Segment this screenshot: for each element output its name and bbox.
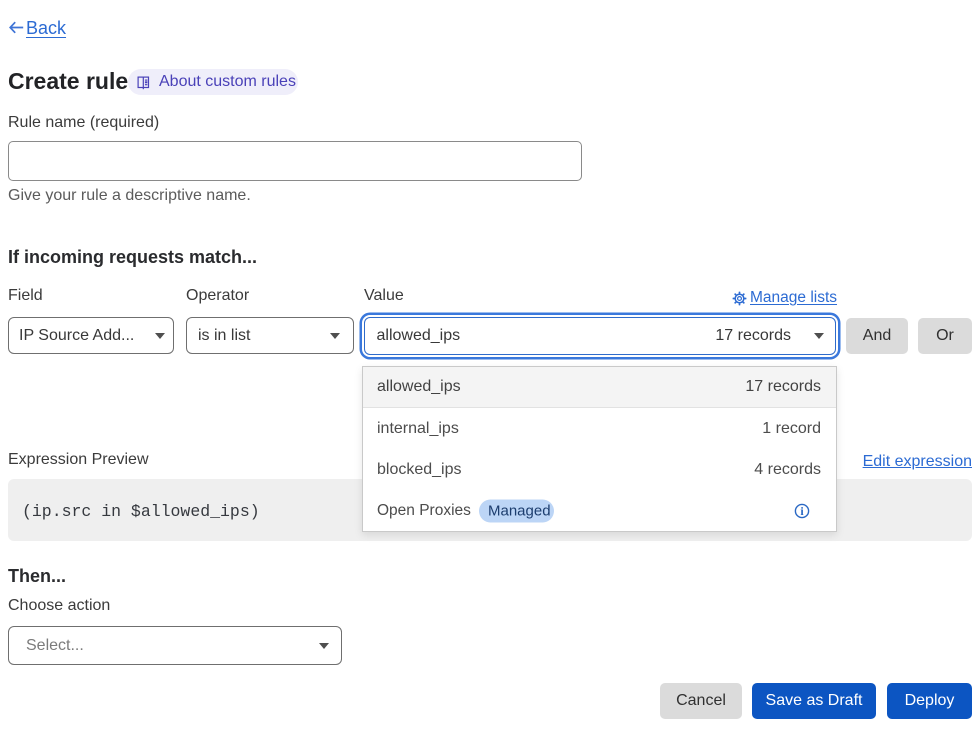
svg-text:i: i [800,504,804,518]
